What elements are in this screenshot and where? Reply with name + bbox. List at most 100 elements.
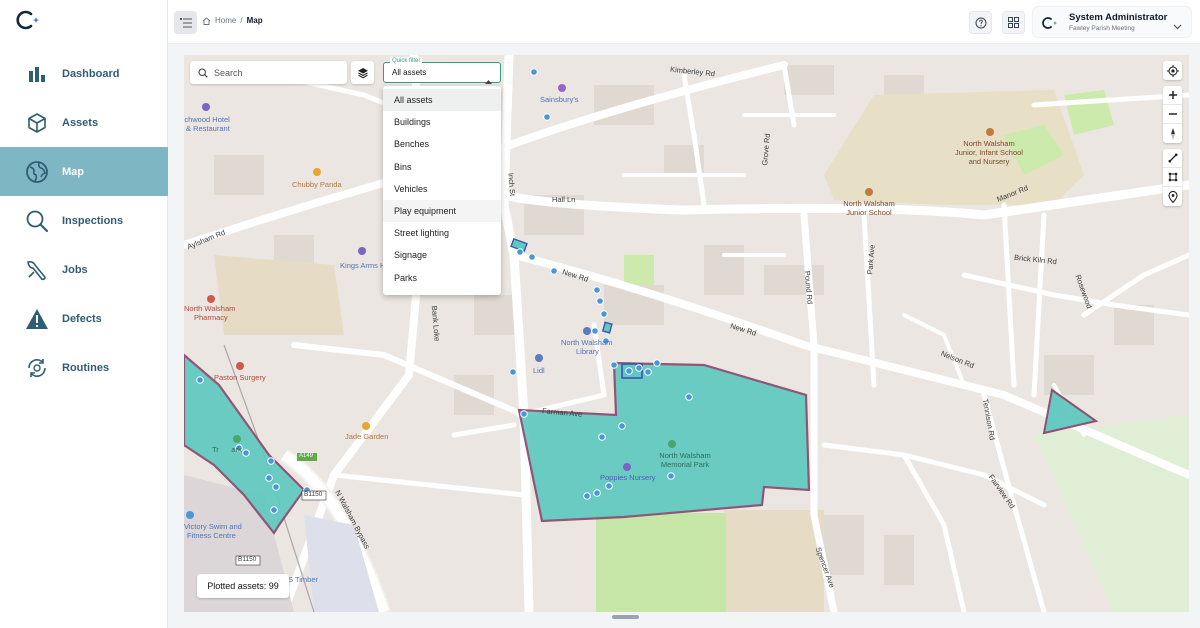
user-menu[interactable]: System Administrator Fawley Parish Meeti… (1032, 6, 1192, 38)
road-shield-label: B1150 (304, 491, 323, 498)
map-label: S Timber (288, 575, 319, 584)
refresh-icon (25, 356, 49, 380)
sidebar-item-jobs[interactable]: Jobs (0, 245, 168, 294)
wrench-icon (25, 258, 49, 282)
zoom-out-button[interactable] (1163, 105, 1182, 124)
map-label: Tr ark (212, 445, 242, 454)
breadcrumb-current: Map (246, 16, 263, 25)
filter-option-benches[interactable]: Benches (383, 133, 501, 155)
sidebar-item-assets[interactable]: Assets (0, 98, 168, 147)
draw-line-button[interactable] (1163, 149, 1182, 168)
panel-resize-handle[interactable] (612, 615, 639, 619)
polygon-draw-icon (1168, 172, 1177, 182)
grid-icon (1008, 17, 1019, 28)
quick-filter-select[interactable]: Quick filter All assets (383, 57, 501, 84)
map-pin-icon (1167, 190, 1178, 203)
sidebar-item-label: Defects (62, 312, 102, 325)
help-button[interactable] (969, 11, 992, 34)
draw-point-button[interactable] (1163, 187, 1182, 206)
globe-icon (25, 160, 49, 184)
map-label: eechwood Hotel (184, 115, 230, 124)
map-label: Inch St (506, 172, 518, 197)
breadcrumb-home-link[interactable]: Home (215, 16, 236, 25)
user-name: System Administrator (1069, 12, 1168, 23)
zoom-in-button[interactable] (1163, 86, 1182, 105)
filter-option-all-assets[interactable]: All assets (383, 89, 501, 112)
map-label: Kings Arms H (340, 261, 386, 270)
sidebar-item-map[interactable]: Map (0, 147, 168, 196)
filter-option-parks[interactable]: Parks (383, 267, 501, 289)
map-label: Pharmacy (194, 313, 228, 322)
app-root: Dashboard Assets Map Inspections Jobs De… (0, 0, 1200, 628)
sidebar-item-routines[interactable]: Routines (0, 343, 168, 392)
sidebar-item-label: Jobs (62, 263, 88, 276)
reset-bearing-button[interactable] (1163, 124, 1182, 143)
sidebar-item-defects[interactable]: Defects (0, 294, 168, 343)
filter-option-buildings[interactable]: Buildings (383, 111, 501, 133)
cube-icon (25, 111, 49, 135)
warning-icon (25, 307, 49, 331)
home-icon (202, 16, 211, 25)
map-label: Junior School (846, 208, 892, 217)
map-label: North Walsham (659, 451, 711, 460)
quick-filter-value: All assets (392, 68, 427, 77)
map-label: Chubby Panda (292, 180, 342, 189)
filter-option-street-lighting[interactable]: Street lighting (383, 222, 501, 244)
map-label: & Restaurant (186, 124, 230, 133)
sidebar-nav: Dashboard Assets Map Inspections Jobs De… (0, 49, 168, 392)
search-icon (198, 67, 208, 78)
layers-button[interactable] (351, 61, 374, 84)
map-label: Fitness Centre (187, 531, 236, 540)
map-label: Sainsbury's (540, 95, 579, 104)
breadcrumb: Home / Map (202, 16, 263, 25)
bar-chart-icon (25, 62, 49, 86)
road-shield-label: B1150 (238, 556, 257, 563)
map-label: Junior, Infant School (955, 148, 1023, 157)
filter-option-signage[interactable]: Signage (383, 244, 501, 266)
breadcrumb-separator: / (240, 16, 243, 25)
map-label: North Walsham (963, 139, 1015, 148)
magnifier-icon (25, 209, 49, 233)
top-header: Home / Map System Administrator Fawley P… (168, 0, 1200, 44)
menu-icon (179, 17, 192, 27)
sidebar-item-inspections[interactable]: Inspections (0, 196, 168, 245)
sidebar-item-dashboard[interactable]: Dashboard (0, 49, 168, 98)
filter-option-play-equipment[interactable]: Play equipment (383, 199, 501, 223)
sidebar-item-label: Inspections (62, 214, 124, 227)
map-label: Jade Garden (345, 432, 389, 441)
map-view[interactable]: Kimberley Rd Sainsbury's eechwood Hotel … (184, 55, 1189, 612)
search-input[interactable] (214, 67, 334, 78)
locate-me-button[interactable] (1163, 61, 1182, 80)
brand-logo-icon[interactable] (14, 10, 44, 30)
map-label: Victory Swim and (184, 522, 242, 531)
layers-icon (357, 67, 368, 78)
filter-option-bins[interactable]: Bins (383, 156, 501, 178)
sidebar-item-label: Assets (62, 116, 99, 129)
zoom-control (1163, 86, 1182, 143)
map-label: North Walsham (843, 199, 895, 208)
map-canvas[interactable] (184, 55, 1189, 612)
help-icon (975, 17, 986, 28)
map-label: North Walsham (561, 338, 613, 347)
map-label: Library (576, 347, 599, 356)
filter-option-vehicles[interactable]: Vehicles (383, 178, 501, 200)
sidebar: Dashboard Assets Map Inspections Jobs De… (0, 0, 168, 628)
plus-icon (1168, 91, 1177, 99)
map-label: Memorial Park (660, 460, 710, 469)
map-label: Lidl (533, 366, 545, 375)
draw-control (1163, 149, 1182, 206)
org-logo-icon (1039, 16, 1061, 35)
map-label: and Nursery (968, 157, 1010, 166)
line-draw-icon (1168, 153, 1177, 163)
user-organisation: Fawley Parish Meeting (1069, 25, 1135, 32)
map-label: Poppies Nursery (600, 473, 656, 482)
minus-icon (1168, 113, 1177, 115)
road-shield-label: A149 (299, 453, 314, 459)
draw-polygon-button[interactable] (1163, 168, 1182, 187)
apps-button[interactable] (1002, 11, 1025, 34)
toggle-sidebar-button[interactable] (174, 11, 197, 34)
map-label: North Walsham (184, 304, 236, 313)
map-search (190, 61, 347, 84)
crosshair-icon (1166, 64, 1179, 77)
locate-control (1163, 61, 1182, 80)
